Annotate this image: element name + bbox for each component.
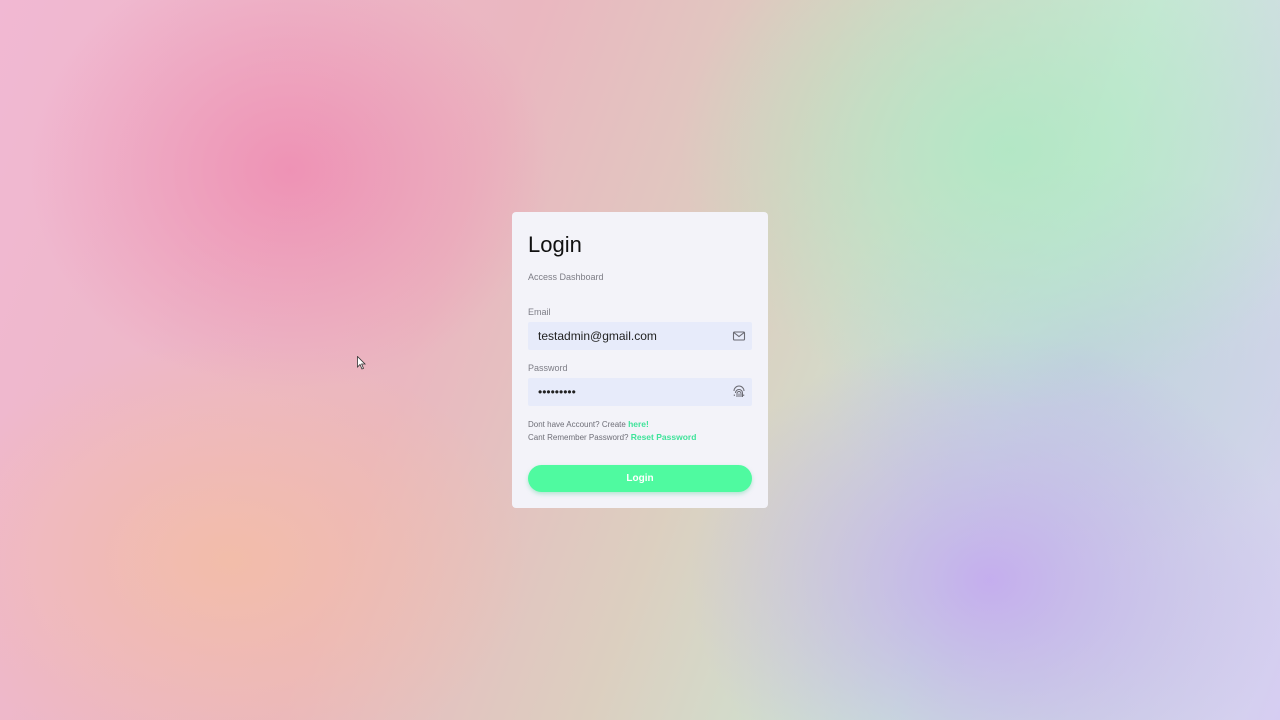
password-field-container [528,378,752,406]
reset-password-line: Cant Remember Password? Reset Password [528,432,696,442]
no-account-text: Dont have Account? Create [528,420,626,429]
create-account-line: Dont have Account? Create here! [528,419,649,429]
forgot-password-text: Cant Remember Password? [528,433,629,442]
email-label: Email [528,307,551,317]
create-account-link[interactable]: here! [628,419,649,429]
password-field[interactable] [528,378,724,406]
reset-password-link[interactable]: Reset Password [631,432,697,442]
password-label: Password [528,363,568,373]
mouse-cursor-icon [357,356,366,370]
email-field-container [528,322,752,350]
fingerprint-icon [732,385,746,399]
mail-icon [732,329,746,343]
email-field[interactable] [528,322,724,350]
subtitle: Access Dashboard [528,272,604,282]
login-button[interactable]: Login [528,465,752,492]
page-title: Login [528,232,582,257]
login-card: Login Access Dashboard Email Password Do… [512,212,768,508]
